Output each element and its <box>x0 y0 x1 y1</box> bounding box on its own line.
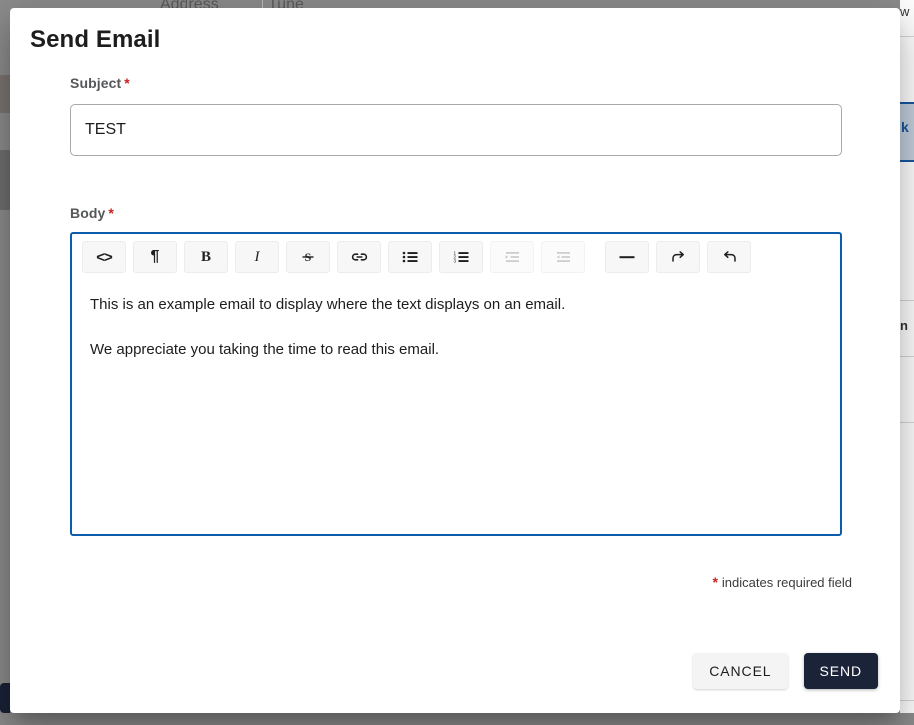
paragraph-icon[interactable]: ¶ <box>133 241 177 273</box>
rich-text-editor: <> ¶ B I S 1 2 3 This is an example emai… <box>70 232 842 536</box>
body-paragraph: We appreciate you taking the time to rea… <box>90 340 440 358</box>
editor-toolbar: <> ¶ B I S 1 2 3 <box>72 234 840 280</box>
dialog-title: Send Email <box>30 26 161 53</box>
body-rich-text-area[interactable]: This is an example email to display wher… <box>72 280 840 534</box>
link-icon[interactable] <box>337 241 381 273</box>
backdrop-row-divider <box>900 700 914 701</box>
subject-label: Subject * <box>70 75 130 91</box>
code-icon[interactable]: <> <box>82 241 126 273</box>
cancel-button[interactable]: CANCEL <box>693 653 788 689</box>
required-field-hint: * indicates required field <box>712 574 852 590</box>
subject-label-text: Subject <box>70 75 122 91</box>
italic-icon[interactable]: I <box>235 241 279 273</box>
backdrop-text-fragment: k <box>901 119 909 135</box>
bold-icon[interactable]: B <box>184 241 228 273</box>
backdrop-row-divider <box>900 36 914 37</box>
backdrop-text-fragment: w <box>900 4 910 19</box>
required-hint-text: indicates required field <box>721 575 852 590</box>
required-asterisk: * <box>108 205 114 221</box>
strikethrough-icon[interactable]: S <box>286 241 330 273</box>
horizontal-rule-icon[interactable] <box>605 241 649 273</box>
indent-icon <box>490 241 534 273</box>
backdrop-row-divider <box>900 356 914 357</box>
send-email-dialog: Send Email Subject* Body* <> ¶ B I S <box>10 8 900 713</box>
dialog-actions: CANCEL SEND <box>693 653 878 689</box>
required-asterisk: * <box>124 75 130 91</box>
backdrop-left-block <box>0 150 10 210</box>
outdent-icon <box>541 241 585 273</box>
subject-input[interactable] <box>70 104 842 156</box>
backdrop-navy-button <box>0 683 10 713</box>
body-label-text: Body <box>70 205 106 221</box>
body-paragraph: This is an example email to display wher… <box>90 296 566 313</box>
backdrop-row-divider <box>900 300 914 301</box>
body-label: Body * <box>70 205 114 221</box>
backdrop-left-block <box>0 75 10 113</box>
undo-icon[interactable] <box>707 241 751 273</box>
svg-text:3: 3 <box>453 259 456 264</box>
backdrop-right-table: k w n <box>900 0 914 725</box>
backdrop-bottom-bar <box>0 713 914 725</box>
redo-icon[interactable] <box>656 241 700 273</box>
backdrop-selected-row: k <box>900 102 914 162</box>
bullet-list-icon[interactable] <box>388 241 432 273</box>
numbered-list-icon[interactable]: 1 2 3 <box>439 241 483 273</box>
send-button[interactable]: SEND <box>803 653 878 689</box>
backdrop-text-fragment: n <box>900 318 908 333</box>
backdrop-row-divider <box>900 422 914 423</box>
required-asterisk: * <box>712 574 718 590</box>
